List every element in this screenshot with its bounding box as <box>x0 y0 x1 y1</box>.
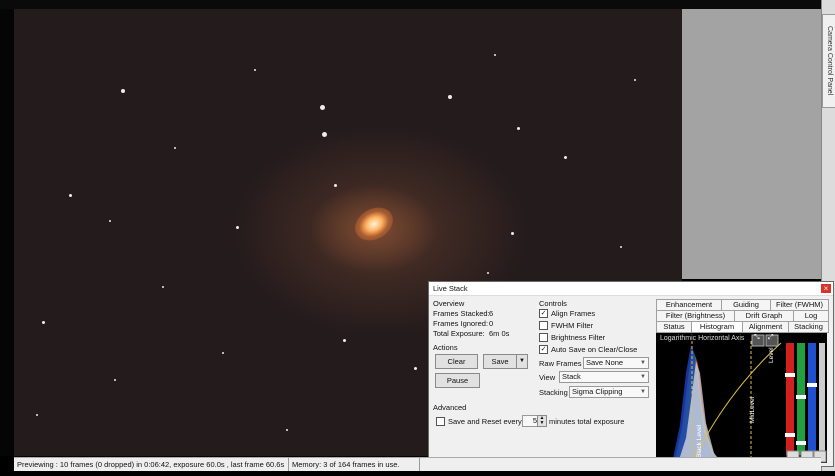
zoom-out-icon[interactable]: ⤡ <box>754 334 760 342</box>
auto-save-checkbox[interactable]: ✓ <box>539 345 548 354</box>
raw-frames-select[interactable]: Save None ▼ <box>583 357 649 369</box>
save-button[interactable]: Save <box>483 354 517 369</box>
stacking-select[interactable]: Sigma Clipping ▼ <box>569 386 649 398</box>
dialog-title-bar[interactable]: Live Stack × <box>429 282 833 296</box>
star <box>494 54 496 56</box>
star <box>162 286 164 288</box>
star <box>334 184 337 187</box>
star <box>109 220 111 222</box>
star <box>42 321 45 324</box>
fwhm-filter-label: FWHM Filter <box>551 321 594 330</box>
star <box>487 272 489 274</box>
tab-histogram[interactable]: Histogram <box>691 321 743 333</box>
star <box>286 429 288 431</box>
frames-ignored-label: Frames Ignored: <box>433 319 489 328</box>
live-stack-dialog: Live Stack × Overview Frames Stacked: 6 … <box>428 281 834 467</box>
controls-heading: Controls <box>539 299 567 308</box>
status-bar: Previewing : 10 frames (0 dropped) in 0:… <box>14 457 821 472</box>
empty-viewport-area <box>682 9 821 279</box>
raw-frames-label: Raw Frames <box>539 359 582 368</box>
view-select[interactable]: Stack ▼ <box>559 371 649 383</box>
chevron-down-icon: ▼ <box>640 389 646 395</box>
star <box>620 246 622 248</box>
frames-stacked-label: Frames Stacked: <box>433 309 490 318</box>
star <box>448 95 452 99</box>
total-exposure-value: 6m 0s <box>489 329 510 338</box>
mid-level-label: MidLevel <box>749 396 756 423</box>
advanced-heading: Advanced <box>433 403 467 412</box>
star <box>236 226 239 229</box>
frames-stacked-value: 6 <box>489 309 494 318</box>
align-frames-label: Align Frames <box>551 309 596 318</box>
star <box>634 79 636 81</box>
star <box>69 194 72 197</box>
save-reset-label: Save and Reset every <box>448 417 522 426</box>
save-reset-checkbox[interactable] <box>436 417 445 426</box>
star <box>174 147 176 149</box>
minutes-spinner-icon[interactable]: ▲ ▼ <box>537 415 547 427</box>
view-label: View <box>539 373 556 382</box>
dialog-title: Live Stack <box>433 284 468 293</box>
align-frames-checkbox[interactable]: ✓ <box>539 309 548 318</box>
star <box>254 69 256 71</box>
bottom-edge <box>0 471 835 476</box>
star <box>511 232 514 235</box>
stacking-value: Sigma Clipping <box>572 387 623 396</box>
star <box>36 414 38 416</box>
camera-control-panel-tab[interactable]: Camera Control Panel <box>822 14 835 108</box>
clear-button[interactable]: Clear <box>435 354 478 369</box>
black-level-label: Black Level <box>696 424 703 458</box>
histogram-axis-label: Logarithmic Horizontal Axis <box>660 335 745 342</box>
level-label: Level <box>768 347 775 363</box>
status-extra <box>420 458 821 472</box>
star <box>114 379 116 381</box>
pause-button[interactable]: Pause <box>435 373 480 388</box>
brightness-filter-checkbox[interactable] <box>539 333 548 342</box>
tab-alignment[interactable]: Alignment <box>742 321 789 333</box>
overview-heading: Overview <box>433 299 465 308</box>
star <box>343 339 346 342</box>
star <box>322 132 327 137</box>
star <box>121 89 125 93</box>
histogram-plot <box>656 333 827 463</box>
left-edge-strip <box>0 9 14 456</box>
tab-stacking[interactable]: Stacking <box>788 321 829 333</box>
galaxy-core <box>349 201 399 247</box>
actions-heading: Actions <box>433 343 458 352</box>
tab-status[interactable]: Status <box>656 321 692 333</box>
chevron-down-icon: ▼ <box>640 374 646 380</box>
status-memory: Memory: 3 of 164 frames in use. <box>289 458 420 472</box>
close-icon[interactable]: × <box>821 284 831 293</box>
star <box>222 352 224 354</box>
save-dropdown-icon[interactable]: ▼ <box>516 354 528 369</box>
auto-save-label: Auto Save on Clear/Close <box>551 345 638 354</box>
star <box>564 156 567 159</box>
histogram-panel[interactable]: Logarithmic Horizontal Axis Level MidLev… <box>656 333 827 463</box>
save-reset-suffix: minutes total exposure <box>549 417 625 426</box>
frames-ignored-value: 0 <box>489 319 494 328</box>
stacking-label: Stacking <box>539 388 568 397</box>
fwhm-filter-checkbox[interactable] <box>539 321 548 330</box>
star <box>414 367 417 370</box>
star <box>517 127 520 130</box>
brightness-filter-label: Brightness Filter <box>551 333 606 342</box>
zoom-in-icon[interactable]: ⤢ <box>768 334 774 342</box>
star <box>320 105 325 110</box>
chevron-down-icon: ▼ <box>640 360 646 366</box>
view-value: Stack <box>562 372 581 381</box>
total-exposure-label: Total Exposure: <box>433 329 485 338</box>
raw-frames-value: Save None <box>586 358 624 367</box>
status-previewing: Previewing : 10 frames (0 dropped) in 0:… <box>14 458 289 472</box>
